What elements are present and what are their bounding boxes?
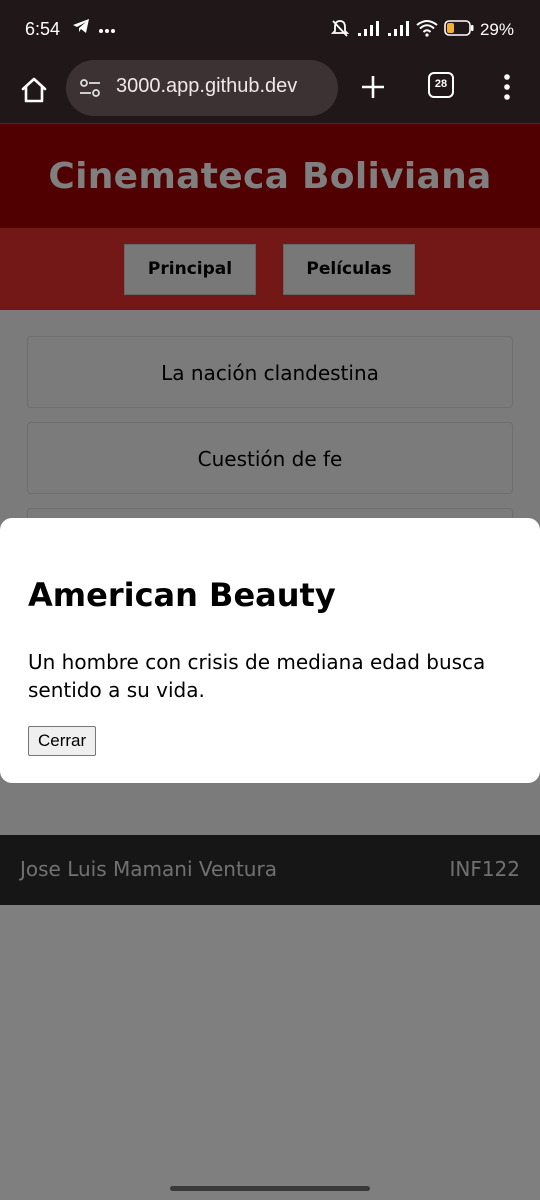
- new-tab-button[interactable]: [358, 72, 388, 102]
- browser-toolbar: 3000.app.github.dev 28: [0, 60, 540, 124]
- site-settings-icon[interactable]: [78, 76, 102, 100]
- more-notifications-icon: [98, 19, 116, 38]
- status-bar: 6:54 29%: [0, 0, 540, 60]
- modal-description: Un hombre con crisis de mediana edad bus…: [28, 650, 486, 702]
- movie-detail-modal: American Beauty Un hombre con crisis de …: [0, 518, 540, 783]
- close-button[interactable]: Cerrar: [28, 726, 97, 756]
- mute-icon: [330, 18, 350, 42]
- tab-switcher-button[interactable]: 28: [428, 72, 454, 98]
- plus-icon: [362, 76, 384, 98]
- gesture-bar[interactable]: [170, 1186, 370, 1191]
- telegram-icon: [72, 18, 90, 38]
- signal-icon: [386, 19, 410, 41]
- home-icon: [21, 77, 47, 103]
- battery-level: 29%: [479, 20, 514, 39]
- signal-icon: [356, 19, 380, 41]
- wifi-icon: [416, 19, 438, 41]
- battery-icon: [444, 20, 474, 40]
- status-time: 6:54: [25, 19, 61, 39]
- modal-title: American Beauty: [28, 576, 336, 614]
- more-vert-icon: [504, 74, 510, 100]
- address-bar[interactable]: 3000.app.github.dev: [66, 60, 338, 116]
- home-button[interactable]: [18, 74, 50, 106]
- browser-menu-button[interactable]: [498, 72, 516, 102]
- url-text: 3000.app.github.dev: [116, 75, 298, 97]
